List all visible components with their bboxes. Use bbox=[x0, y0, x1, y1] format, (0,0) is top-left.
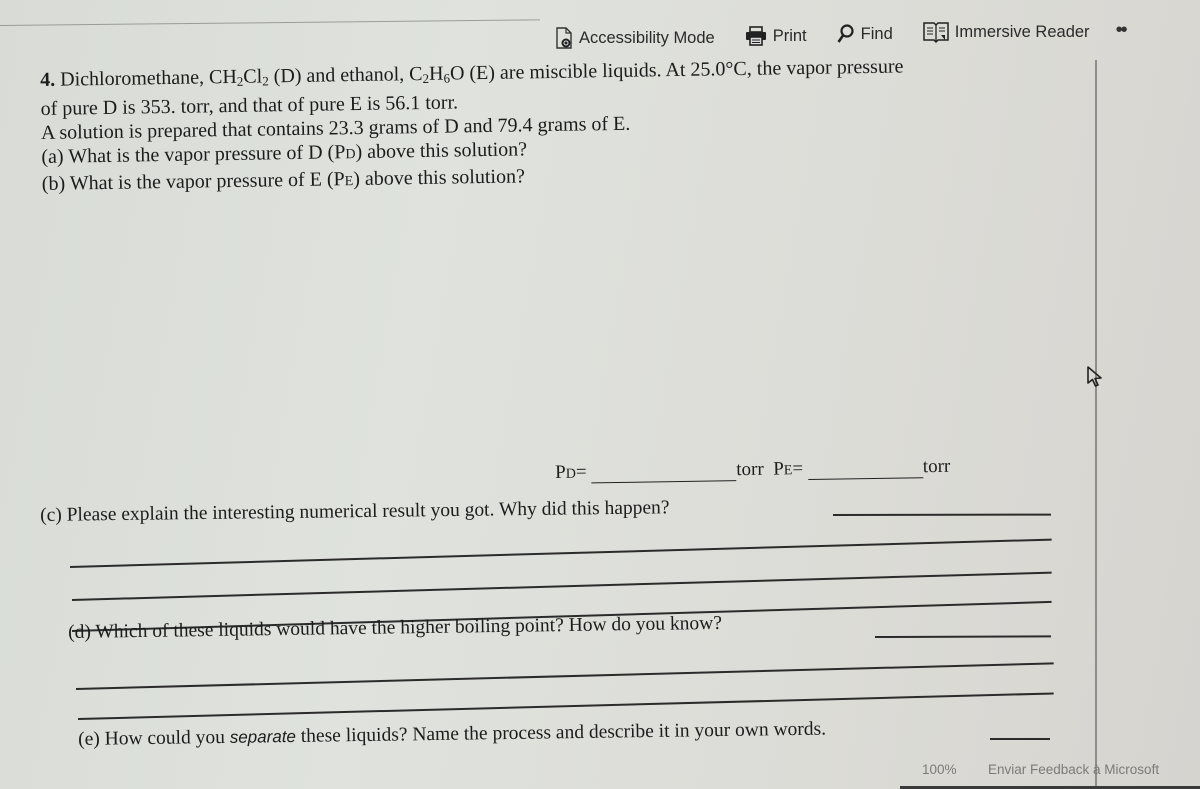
question-part-e: (e) How could you separate these liquids… bbox=[78, 718, 827, 750]
find-button[interactable]: Find bbox=[837, 24, 893, 44]
part-c-answer-line-1[interactable] bbox=[832, 513, 1052, 516]
feedback-link[interactable]: Enviar Feedback à Microsoft bbox=[988, 762, 1159, 777]
pd-answer-blank[interactable] bbox=[591, 462, 737, 484]
question-number: 4. bbox=[40, 68, 56, 91]
accessibility-document-icon bbox=[555, 27, 573, 49]
question-part-c: (c) Please explain the interesting numer… bbox=[40, 497, 670, 526]
immersive-reader-button[interactable]: Immersive Reader bbox=[923, 21, 1090, 43]
part-e-answer-line-1[interactable] bbox=[990, 738, 1050, 740]
print-label: Print bbox=[772, 26, 807, 45]
part-d-answer-line-1[interactable] bbox=[874, 635, 1052, 638]
part-d-answer-line-2[interactable] bbox=[75, 662, 1054, 690]
printer-icon bbox=[745, 26, 767, 46]
more-options-icon[interactable]: •• bbox=[1116, 19, 1128, 42]
pd-label: PD= bbox=[555, 461, 587, 483]
immersive-reader-book-icon bbox=[923, 21, 949, 43]
immersive-reader-label: Immersive Reader bbox=[954, 22, 1090, 41]
pe-label: PE= bbox=[773, 458, 804, 480]
pd-unit: torr bbox=[736, 458, 764, 481]
part-c-answer-line-2[interactable] bbox=[69, 538, 1052, 568]
pe-answer-blank[interactable] bbox=[807, 459, 924, 481]
separate-emphasis: separate bbox=[229, 726, 297, 747]
mouse-cursor-icon bbox=[1086, 366, 1104, 393]
part-d-answer-line-3[interactable] bbox=[77, 692, 1054, 720]
question-4: 4. Dichloromethane, CH2Cl2 (D) and ethan… bbox=[40, 51, 1102, 199]
part-c-answer-line-3[interactable] bbox=[71, 571, 1052, 601]
reader-toolbar: Accessibility Mode Print Find Immersive … bbox=[555, 14, 1128, 50]
window-divider bbox=[0, 19, 540, 26]
pe-unit: torr bbox=[922, 455, 951, 478]
zoom-level[interactable]: 100% bbox=[922, 762, 957, 777]
question-part-d: (d) Which of these liquids would have th… bbox=[68, 612, 723, 643]
accessibility-mode-label: Accessibility Mode bbox=[579, 28, 715, 47]
print-button[interactable]: Print bbox=[745, 26, 807, 46]
find-label: Find bbox=[860, 24, 893, 43]
page-edge-divider bbox=[1095, 60, 1097, 789]
search-icon bbox=[837, 24, 855, 44]
accessibility-mode-button[interactable]: Accessibility Mode bbox=[555, 27, 715, 49]
answer-row: PD= torr PE= torr bbox=[555, 456, 950, 484]
